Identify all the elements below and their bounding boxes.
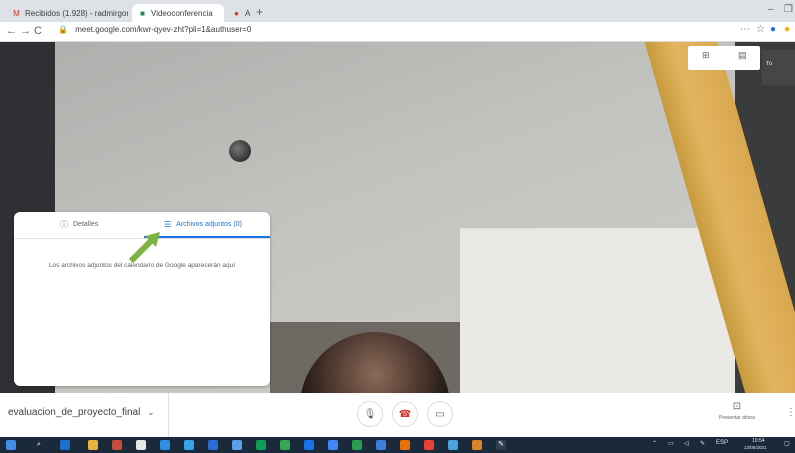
wall-background	[460, 228, 735, 393]
meeting-name: evaluacion_de_proyecto_final	[8, 407, 141, 418]
calendar-icon[interactable]	[328, 440, 338, 450]
hangup-icon: ☎	[398, 408, 412, 420]
extension-icon[interactable]: ●	[784, 24, 790, 35]
store-icon[interactable]	[136, 440, 146, 450]
minimize-button[interactable]: –	[768, 4, 774, 15]
clock-time[interactable]: 10:54	[752, 438, 765, 444]
edge-icon[interactable]	[160, 440, 170, 450]
meeting-bottom-bar: evaluacion_de_proyecto_final ⌄ 🎙 ☎ ▭ ⊡ P…	[0, 393, 795, 437]
self-view-tile[interactable]: Tú	[762, 50, 795, 85]
tab-details[interactable]: ⓘ Detalles	[60, 212, 98, 236]
photos-icon[interactable]	[232, 440, 242, 450]
url-text: meet.google.com/kwr-qyev-zht?pli=1&authu…	[75, 25, 252, 34]
excel-icon[interactable]	[352, 440, 362, 450]
wall-edge	[460, 228, 540, 230]
firefox-icon[interactable]	[400, 440, 410, 450]
address-bar[interactable]: 🔒 meet.google.com/kwr-qyev-zht?pli=1&aut…	[58, 25, 251, 34]
outlook-icon[interactable]	[376, 440, 386, 450]
meet-app-icon[interactable]	[280, 440, 290, 450]
docs-icon[interactable]	[304, 440, 314, 450]
chevron-down-icon: ⌄	[147, 407, 155, 417]
present-now-label: Presentar ahora	[719, 415, 755, 421]
tray-language[interactable]: ESP	[716, 440, 728, 446]
ceiling-lamp	[229, 140, 251, 162]
browser-tabstrip: M Recibidos (1.928) - radmirgor... ✕ ■ V…	[0, 0, 795, 22]
forward-button[interactable]: →	[20, 25, 31, 37]
reload-button[interactable]: C	[34, 25, 42, 37]
chrome-icon[interactable]	[424, 440, 434, 450]
bookmark-star-icon[interactable]: ☆	[756, 24, 765, 35]
tab-meet-title: Videoconferencia	[151, 8, 213, 18]
cloud-icon[interactable]	[448, 440, 458, 450]
tab-meet[interactable]: ■ Videoconferencia	[132, 4, 224, 22]
app-icon[interactable]	[472, 440, 482, 450]
notifications-icon[interactable]: ▢	[784, 440, 790, 447]
hangup-button[interactable]: ☎	[392, 401, 418, 427]
extensions-icon[interactable]: ⋯	[740, 24, 750, 35]
camera-button[interactable]: ▭	[427, 401, 453, 427]
tab-gmail[interactable]: M Recibidos (1.928) - radmirgor... ✕	[6, 4, 128, 22]
clock-date[interactable]: 12/05/2021	[744, 445, 767, 450]
volume-icon[interactable]: ◁	[684, 440, 689, 447]
meeting-name-divider	[168, 393, 169, 437]
maximize-button[interactable]: ❐	[784, 4, 793, 15]
info-icon: ⓘ	[60, 219, 68, 229]
tab-gmail-title: Recibidos (1.928) - radmirgor...	[25, 8, 128, 18]
mic-button[interactable]: 🎙	[357, 401, 383, 427]
task-view-icon[interactable]	[60, 440, 70, 450]
tab-details-label: Detalles	[73, 220, 99, 228]
mic-icon: 🎙	[363, 408, 377, 420]
present-now-button[interactable]: ⊡ Presentar ahora	[702, 401, 772, 421]
word-icon[interactable]	[208, 440, 218, 450]
camera-icon: ▭	[435, 408, 445, 420]
mail-icon[interactable]	[184, 440, 194, 450]
tab-attachments-label: Archivos adjuntos (0)	[176, 220, 242, 228]
layout-icon[interactable]: ▤	[738, 50, 747, 61]
recording-icon: ●	[234, 8, 239, 18]
tab-attachments[interactable]: ☰ Archivos adjuntos (0)	[164, 212, 242, 236]
tray-chevron-icon[interactable]: ⌃	[652, 440, 657, 447]
tab-recording[interactable]: ● A	[226, 4, 254, 22]
pen-icon[interactable]: ✎	[496, 440, 506, 450]
file-explorer-icon[interactable]	[88, 440, 98, 450]
pen-tray-icon[interactable]: ✎	[700, 440, 705, 447]
self-view-label: Tú	[766, 61, 772, 67]
powerpoint-icon[interactable]	[112, 440, 122, 450]
more-options-icon[interactable]: ⋮	[786, 407, 795, 418]
back-button[interactable]: ←	[6, 25, 17, 37]
browser-toolbar: ← → C 🔒 meet.google.com/kwr-qyev-zht?pli…	[0, 22, 795, 42]
sheets-icon[interactable]	[256, 440, 266, 450]
start-icon[interactable]	[6, 440, 16, 450]
lock-icon: 🔒	[58, 25, 68, 34]
search-icon[interactable]: ⌕	[34, 440, 44, 450]
meeting-top-controls: ⊞ ▤	[688, 46, 760, 70]
windows-taskbar: ⌕ ✎ ⌃ ▭ ◁ ✎ ESP 10:54 12/05/2021 ▢	[0, 437, 795, 453]
tab-recording-title: A	[245, 8, 251, 18]
profile-icon[interactable]: ●	[770, 24, 776, 35]
network-icon[interactable]: ▭	[668, 440, 674, 447]
meet-icon: ■	[140, 8, 145, 18]
present-icon: ⊡	[732, 401, 742, 412]
gmail-icon: M	[13, 8, 20, 18]
new-tab-button[interactable]: +	[256, 5, 263, 19]
caption-icon[interactable]: ⊞	[702, 50, 710, 61]
attachment-icon: ☰	[164, 219, 172, 229]
annotation-arrow-icon	[128, 232, 160, 264]
meeting-details-toggle[interactable]: evaluacion_de_proyecto_final ⌄	[8, 407, 155, 418]
